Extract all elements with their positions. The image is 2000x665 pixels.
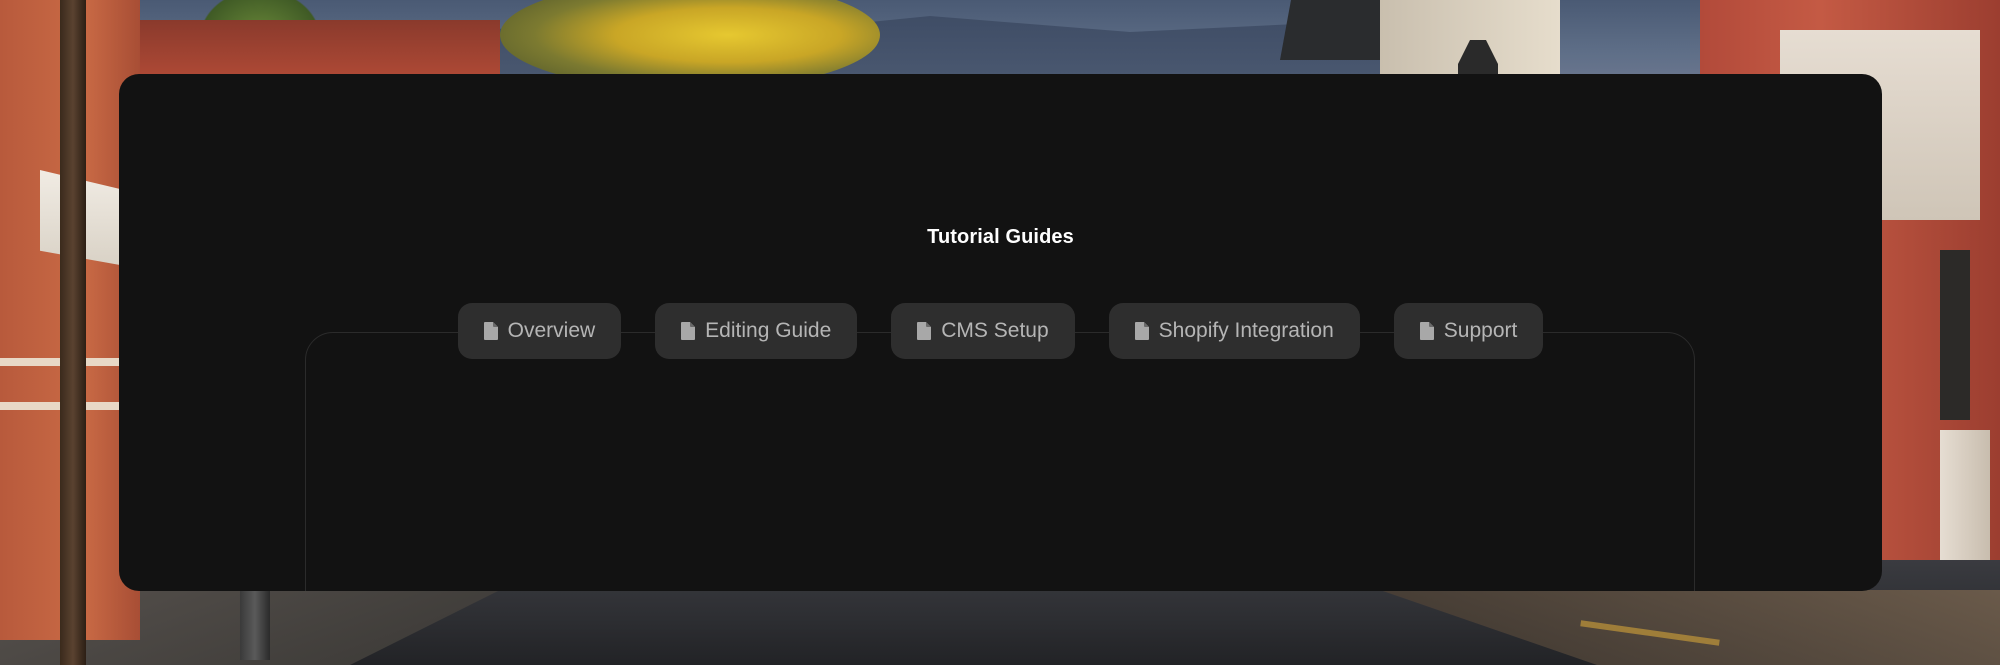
tab-label: Editing Guide <box>705 319 832 342</box>
dark-awning <box>1280 0 1390 60</box>
document-icon <box>1419 322 1434 340</box>
tab-label: Support <box>1443 319 1518 342</box>
tab-cms-setup[interactable]: CMS Setup <box>891 303 1075 359</box>
document-icon <box>681 322 696 340</box>
building-roof <box>140 20 500 80</box>
tab-editing-guide[interactable]: Editing Guide <box>655 303 858 359</box>
tab-bar: Overview Editing Guide CMS Setup Shopify… <box>119 303 1882 359</box>
tutorial-panel: Tutorial Guides Overview Editing Guide C… <box>119 74 1882 591</box>
window <box>1940 250 1970 420</box>
document-icon <box>483 322 498 340</box>
document-icon <box>917 322 932 340</box>
tab-overview[interactable]: Overview <box>457 303 622 359</box>
tab-support[interactable]: Support <box>1393 303 1544 359</box>
tab-label: Shopify Integration <box>1158 319 1334 342</box>
content-frame <box>305 332 1695 591</box>
bollard <box>240 590 270 660</box>
tab-label: Overview <box>507 319 596 342</box>
utility-pole <box>60 0 86 665</box>
tab-shopify-integration[interactable]: Shopify Integration <box>1108 303 1360 359</box>
page-title: Tutorial Guides <box>927 226 1074 248</box>
tab-label: CMS Setup <box>941 319 1049 342</box>
document-icon <box>1134 322 1149 340</box>
